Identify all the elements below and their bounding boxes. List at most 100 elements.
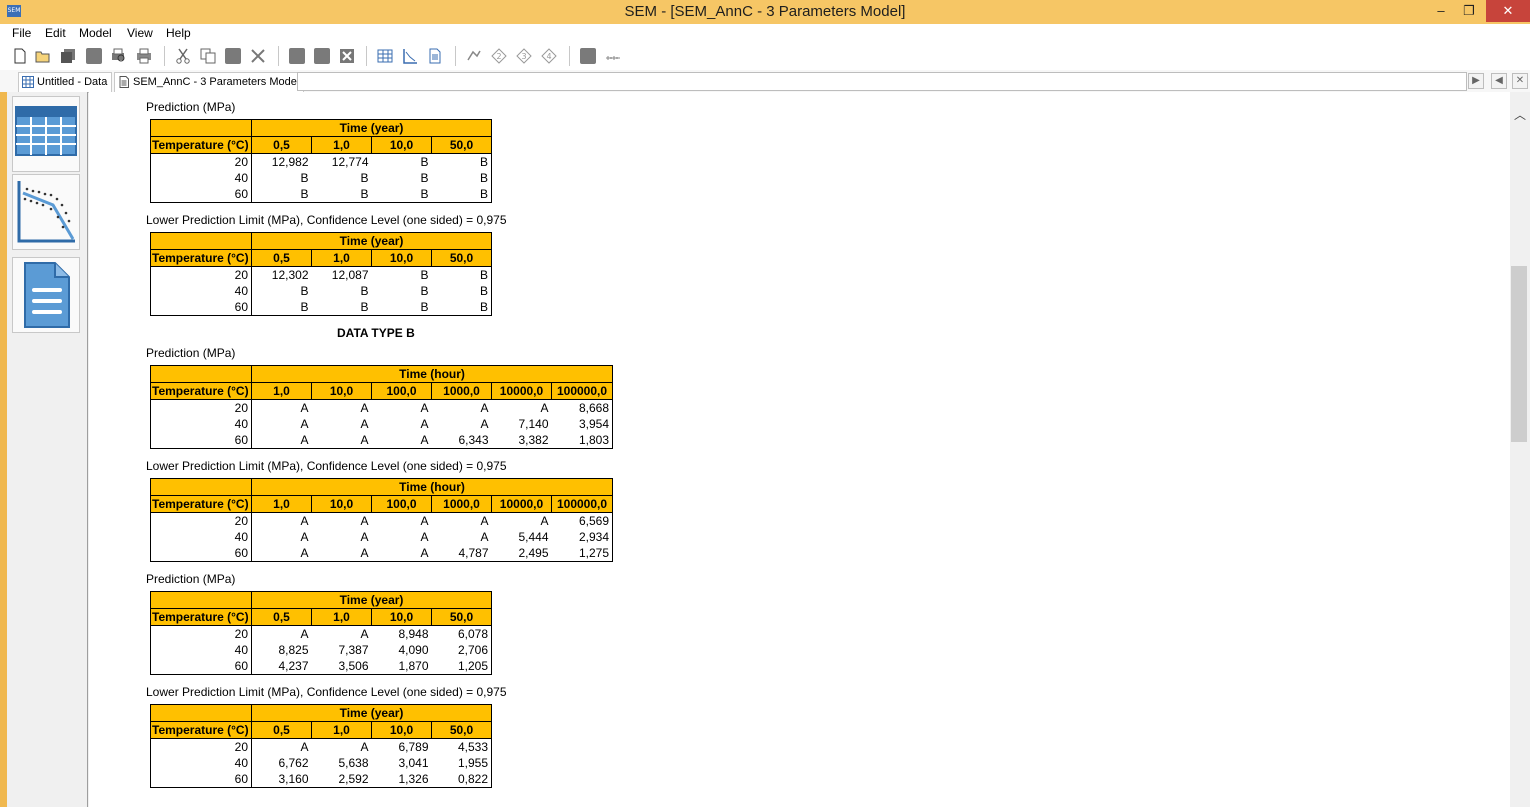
value-cell: 3,041 — [398, 756, 429, 770]
value-cell: A — [300, 740, 309, 754]
table-row: 20 12,982 12,774 B B — [150, 153, 492, 170]
value-cell: B — [360, 171, 369, 185]
three-parameter-icon[interactable]: 3 — [516, 48, 532, 64]
export-icon[interactable] — [580, 48, 596, 64]
scroll-up-arrow-icon[interactable]: ︿ — [1512, 108, 1528, 122]
value-cell: B — [371, 186, 432, 203]
value-cell: A — [420, 530, 429, 544]
table-header-row: Time (year) — [150, 232, 492, 250]
menu-file[interactable]: File — [12, 26, 31, 40]
tab-scroll-left-button[interactable]: ◀ — [1491, 73, 1507, 89]
value-cell: A — [360, 417, 369, 431]
toolbar-separator — [278, 46, 279, 66]
temperature-cell: 60 — [150, 432, 252, 449]
menu-help[interactable]: Help — [166, 26, 191, 40]
maximize-button[interactable]: ❐ — [1456, 0, 1482, 22]
tab-untitled-data[interactable]: Untitled - Data — [18, 72, 113, 92]
chart-view-button[interactable] — [12, 174, 80, 250]
svg-text:2: 2 — [497, 52, 502, 61]
value-cell: 4,237 — [251, 658, 312, 675]
two-parameter-icon[interactable]: 2 — [491, 48, 507, 64]
table-header-row: Temperature (°C) 1,0 10,0 100,0 1000,0 10000,… — [150, 495, 614, 513]
print-icon[interactable] — [136, 48, 152, 64]
value-cell: 3,160 — [251, 771, 312, 788]
save-icon[interactable] — [86, 48, 102, 64]
tab-sem-annc-model[interactable]: SEM_AnnC - 3 Parameters Model — [114, 72, 305, 92]
table-row: 60 4,237 3,506 1,870 1,205 — [150, 658, 492, 675]
value-cell: B — [311, 299, 372, 316]
cut-icon[interactable] — [175, 48, 191, 64]
temperature-cell: 20 — [150, 625, 252, 642]
lower-limit-table: Time (hour) Temperature (°C) 1,0 10,0 100,0 1… — [150, 478, 614, 562]
value-cell: B — [420, 284, 429, 298]
lower-limit-label: Lower Prediction Limit (MPa), Confidence… — [146, 685, 507, 699]
menu-model[interactable]: Model — [79, 26, 112, 40]
value-cell: 12,302 — [271, 268, 309, 282]
time-unit-header: Time (year) — [251, 704, 492, 722]
four-parameter-icon[interactable]: 4 — [541, 48, 557, 64]
paste-icon[interactable] — [225, 48, 241, 64]
minimize-button[interactable]: ‒ — [1428, 0, 1454, 22]
header-corner-cell — [150, 232, 252, 250]
value-cell: A — [360, 401, 369, 415]
delete-icon[interactable] — [250, 48, 266, 64]
insert-row-icon[interactable] — [289, 48, 305, 64]
ruler-icon[interactable] — [605, 48, 621, 64]
open-folder-icon[interactable] — [35, 48, 51, 64]
vertical-scrollbar[interactable] — [1510, 92, 1530, 807]
menu-view[interactable]: View — [127, 26, 153, 40]
temperature-header: Temperature (°C) — [150, 249, 252, 267]
svg-text:4: 4 — [547, 52, 552, 61]
value-cell: 5,444 — [518, 530, 549, 544]
report-view-icon[interactable] — [427, 48, 443, 64]
data-view-button[interactable] — [12, 96, 80, 172]
time-column-header: 1000,0 — [431, 495, 492, 513]
table-header-row: Time (year) — [150, 591, 492, 609]
new-file-icon[interactable] — [12, 48, 28, 64]
lower-limit-table: Time (year) Temperature (°C) 0,5 1,0 10,0 50,… — [150, 232, 492, 316]
model-fit-icon[interactable] — [466, 48, 482, 64]
time-column-header: 50,0 — [431, 136, 492, 154]
value-cell: 7,140 — [518, 417, 549, 431]
value-cell: A — [420, 401, 429, 415]
copy-icon[interactable] — [200, 48, 216, 64]
prediction-table: Time (hour) Temperature (°C) 1,0 10,0 100,0 1… — [150, 365, 614, 449]
value-cell: B — [371, 299, 432, 316]
tab-scroll-right-button[interactable]: ▶ — [1468, 73, 1484, 89]
time-column-header: 10,0 — [371, 136, 432, 154]
time-column-header: 1,0 — [251, 382, 312, 400]
time-unit-header: Time (year) — [251, 232, 492, 250]
table-row: 20 A A A A A 8,668 — [150, 399, 614, 416]
value-cell: B — [431, 299, 492, 316]
chart-view-icon[interactable] — [402, 48, 418, 64]
table-header-row: Temperature (°C) 0,5 1,0 10,0 50,0 — [150, 249, 492, 267]
value-cell: B — [360, 284, 369, 298]
time-unit-header: Time (year) — [251, 119, 492, 137]
value-cell: 7,387 — [338, 643, 369, 657]
value-cell: A — [360, 627, 369, 641]
table-row: 20 A A 8,948 6,078 — [150, 625, 492, 642]
time-unit-header: Time (hour) — [250, 365, 614, 383]
close-button[interactable]: ✕ — [1486, 0, 1530, 22]
save-all-icon[interactable] — [60, 48, 76, 64]
delete-cells-icon[interactable] — [339, 48, 355, 64]
value-cell: 4,090 — [398, 643, 429, 657]
tab-strip-empty-area — [297, 72, 1467, 91]
print-preview-icon[interactable] — [110, 48, 126, 64]
time-column-header: 10,0 — [371, 608, 432, 626]
table-view-icon[interactable] — [377, 48, 393, 64]
insert-column-icon[interactable] — [314, 48, 330, 64]
value-cell: A — [311, 432, 372, 449]
value-cell: A — [360, 740, 369, 754]
value-cell: A — [360, 514, 369, 528]
report-view-button[interactable] — [12, 257, 80, 333]
value-cell: A — [480, 514, 489, 528]
close-tab-button[interactable]: ✕ — [1512, 73, 1528, 89]
scrollbar-thumb[interactable] — [1511, 266, 1527, 442]
table-row: 60 A A A 6,343 3,382 1,803 — [150, 432, 614, 449]
temperature-cell: 20 — [150, 266, 252, 283]
menu-edit[interactable]: Edit — [45, 26, 66, 40]
table-row: 20 A A 6,789 4,533 — [150, 738, 492, 755]
value-cell: 4,787 — [431, 545, 492, 562]
window-left-accent — [0, 92, 7, 807]
